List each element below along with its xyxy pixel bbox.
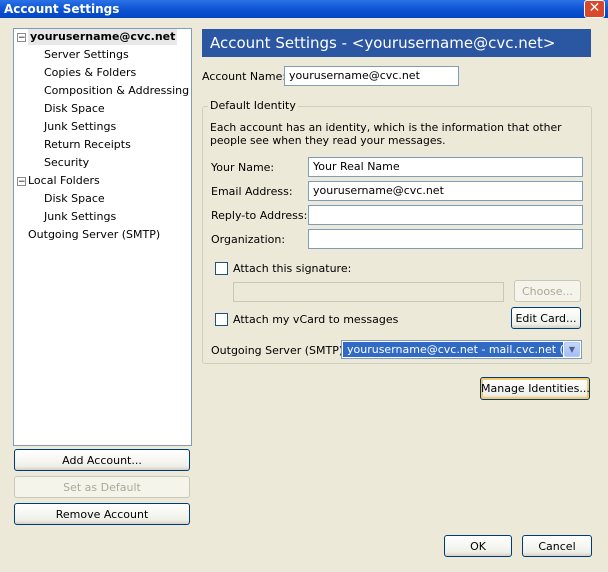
- cancel-button[interactable]: Cancel: [522, 535, 592, 557]
- tree-item-local-disk-space[interactable]: Disk Space: [44, 191, 105, 207]
- edit-card-button[interactable]: Edit Card...: [511, 307, 581, 329]
- collapse-icon[interactable]: −: [17, 177, 26, 187]
- window-title: Account Settings: [4, 2, 120, 16]
- tree-item-copies-folders[interactable]: Copies & Folders: [44, 65, 136, 81]
- chevron-down-icon[interactable]: ▼: [564, 342, 580, 357]
- choose-button[interactable]: Choose...: [514, 280, 581, 302]
- account-name-field[interactable]: yourusername@cvc.net: [284, 66, 459, 86]
- attach-vcard-checkbox[interactable]: [215, 313, 228, 326]
- ok-button[interactable]: OK: [444, 535, 512, 557]
- your-name-field[interactable]: Your Real Name: [308, 157, 583, 177]
- panel-header: Account Settings - <yourusername@cvc.net…: [202, 29, 591, 57]
- tree-item-local-junk-settings[interactable]: Junk Settings: [44, 209, 116, 225]
- attach-signature-checkbox[interactable]: [215, 262, 228, 275]
- tree-item-security[interactable]: Security: [44, 155, 89, 171]
- tree-item-composition[interactable]: Composition & Addressing: [44, 83, 189, 99]
- tree-item-disk-space[interactable]: Disk Space: [44, 101, 105, 117]
- signature-file-field[interactable]: [233, 282, 504, 302]
- tree-item-server-settings[interactable]: Server Settings: [44, 47, 129, 63]
- email-label: Email Address:: [211, 185, 293, 198]
- smtp-server-select[interactable]: yourusername@cvc.net - mail.cvc.net (Def…: [341, 340, 582, 359]
- tree-account[interactable]: yourusername@cvc.net: [28, 29, 178, 45]
- your-name-label: Your Name:: [211, 161, 275, 174]
- default-identity-legend: Default Identity: [208, 99, 298, 112]
- close-button[interactable]: ✕: [584, 0, 605, 18]
- set-default-button[interactable]: Set as Default: [14, 476, 190, 498]
- identity-description: Each account has an identity, which is t…: [210, 121, 562, 147]
- add-account-button[interactable]: Add Account...: [14, 449, 190, 471]
- smtp-label: Outgoing Server (SMTP):: [211, 344, 347, 357]
- smtp-selected-value: yourusername@cvc.net - mail.cvc.net (Def…: [343, 342, 563, 357]
- manage-identities-button[interactable]: Manage Identities...: [480, 377, 590, 400]
- remove-account-button[interactable]: Remove Account: [14, 503, 190, 525]
- account-name-label: Account Name:: [202, 70, 287, 83]
- email-field[interactable]: yourusername@cvc.net: [308, 181, 583, 201]
- tree-item-junk-settings[interactable]: Junk Settings: [44, 119, 116, 135]
- organization-label: Organization:: [211, 233, 286, 246]
- tree-local-folders[interactable]: Local Folders: [28, 173, 100, 189]
- reply-to-label: Reply-to Address:: [211, 209, 308, 222]
- tree-item-return-receipts[interactable]: Return Receipts: [44, 137, 131, 153]
- tree-outgoing-server[interactable]: Outgoing Server (SMTP): [28, 227, 160, 243]
- account-tree[interactable]: − yourusername@cvc.net Server Settings C…: [13, 28, 192, 446]
- attach-signature-label: Attach this signature:: [233, 262, 352, 275]
- reply-to-field[interactable]: [308, 205, 583, 225]
- organization-field[interactable]: [308, 229, 583, 249]
- attach-vcard-label: Attach my vCard to messages: [233, 313, 399, 326]
- collapse-icon[interactable]: −: [17, 33, 26, 43]
